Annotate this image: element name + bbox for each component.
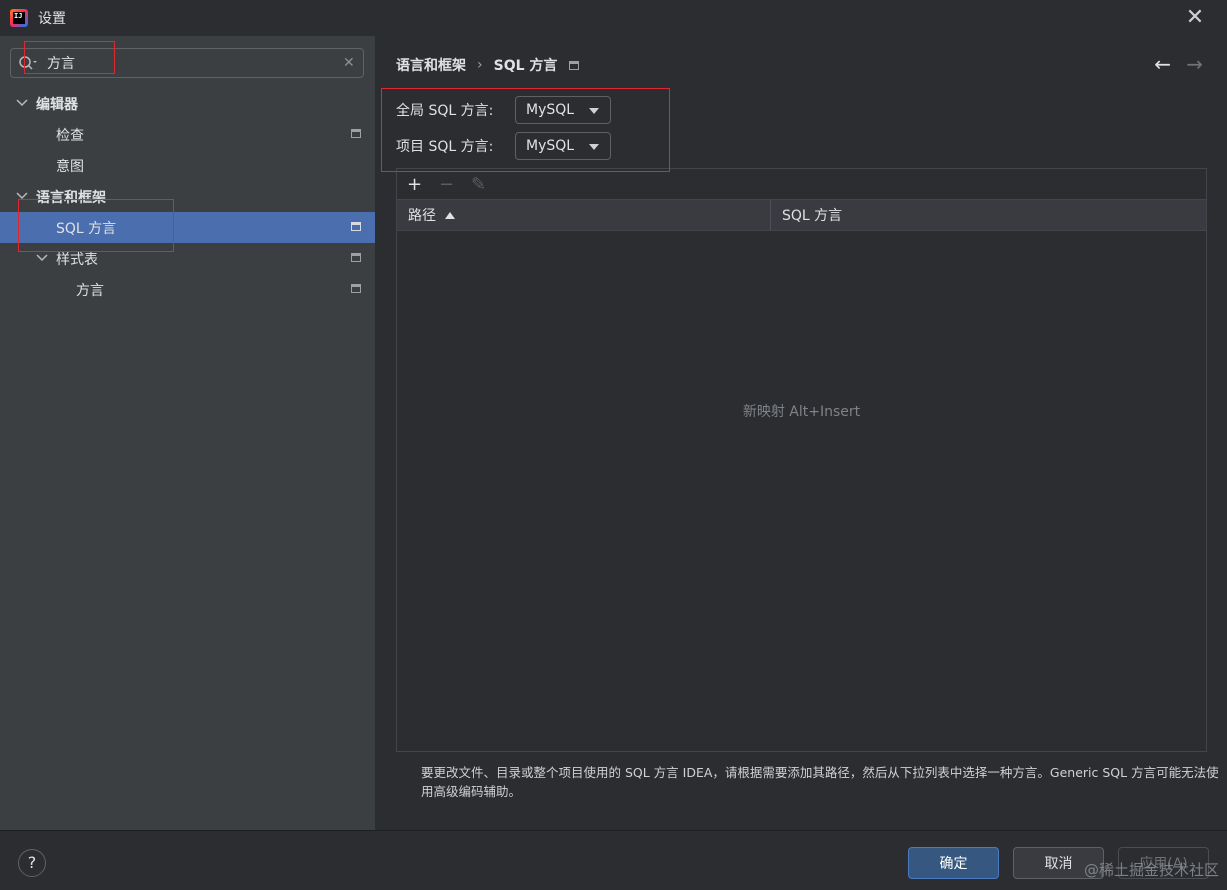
tree-item-editor[interactable]: 编辑器 [0, 88, 375, 119]
empty-table-hint[interactable]: 新映射 Alt+Insert [397, 401, 1206, 421]
tree-item-stylesheet-dialects[interactable]: 方言 [0, 274, 375, 305]
dialect-mappings-table: + − ✎ 路径 SQL 方言 新映射 Alt+Insert [396, 168, 1207, 752]
help-description: 要更改文件、目录或整个项目使用的 SQL 方言 IDEA，请根据需要添加其路径，… [421, 765, 1219, 799]
back-arrow-icon[interactable]: ← [1154, 52, 1171, 76]
tree-item-label: 编辑器 [36, 96, 78, 113]
breadcrumb-separator: › [477, 57, 483, 73]
breadcrumb-current: SQL 方言 [493, 58, 558, 74]
chevron-down-icon[interactable] [16, 97, 28, 110]
tree-item-label: 检查 [56, 127, 84, 144]
column-header-label: SQL 方言 [782, 208, 843, 224]
tree-item-intentions[interactable]: 意图 [0, 150, 375, 181]
table-toolbar: + − ✎ [397, 169, 1206, 199]
tree-item-label: 方言 [76, 282, 104, 299]
column-header-dialect[interactable]: SQL 方言 [771, 200, 842, 230]
window-title: 设置 [38, 11, 66, 27]
tree-item-label: 意图 [56, 158, 84, 175]
project-scope-icon [351, 222, 361, 231]
ok-button[interactable]: 确定 [908, 847, 999, 879]
clear-search-icon[interactable]: ✕ [343, 55, 355, 71]
annotation-box-sql-dialects [18, 199, 174, 252]
table-header: 路径 SQL 方言 [397, 199, 1206, 231]
logo-text: IJ [13, 12, 25, 24]
column-header-path[interactable]: 路径 [397, 200, 771, 230]
project-scope-icon [351, 284, 361, 293]
watermark: @稀土掘金技术社区 [1083, 861, 1219, 879]
dialog-footer: ? 确定 取消 应用(A) @稀土掘金技术社区 [0, 830, 1227, 890]
project-scope-icon [351, 129, 361, 138]
remove-icon[interactable]: − [439, 174, 471, 195]
tree-item-inspections[interactable]: 检查 [0, 119, 375, 150]
settings-sidebar: ✕ 编辑器 检查 意图 语言和框架 SQL 方言 [0, 36, 375, 830]
title-bar: IJ 设置 ✕ [0, 0, 1227, 36]
breadcrumb-parent[interactable]: 语言和框架 [396, 55, 466, 75]
column-header-label: 路径 [408, 208, 436, 224]
breadcrumb: 语言和框架 › SQL 方言 [396, 55, 580, 75]
forward-arrow-icon[interactable]: → [1186, 52, 1203, 76]
annotation-box-search [24, 41, 115, 74]
intellij-logo-icon: IJ [10, 9, 28, 27]
project-scope-icon [351, 253, 361, 262]
sort-ascending-icon [445, 211, 455, 219]
add-icon[interactable]: + [407, 174, 439, 195]
settings-tree: 编辑器 检查 意图 语言和框架 SQL 方言 样式表 方言 [0, 88, 375, 305]
close-icon[interactable]: ✕ [1185, 7, 1205, 29]
project-scope-icon [569, 60, 580, 70]
annotation-box-dialect-fields [381, 88, 670, 172]
edit-icon[interactable]: ✎ [471, 174, 503, 195]
chevron-down-icon[interactable] [36, 252, 48, 265]
help-button[interactable]: ? [18, 849, 46, 877]
